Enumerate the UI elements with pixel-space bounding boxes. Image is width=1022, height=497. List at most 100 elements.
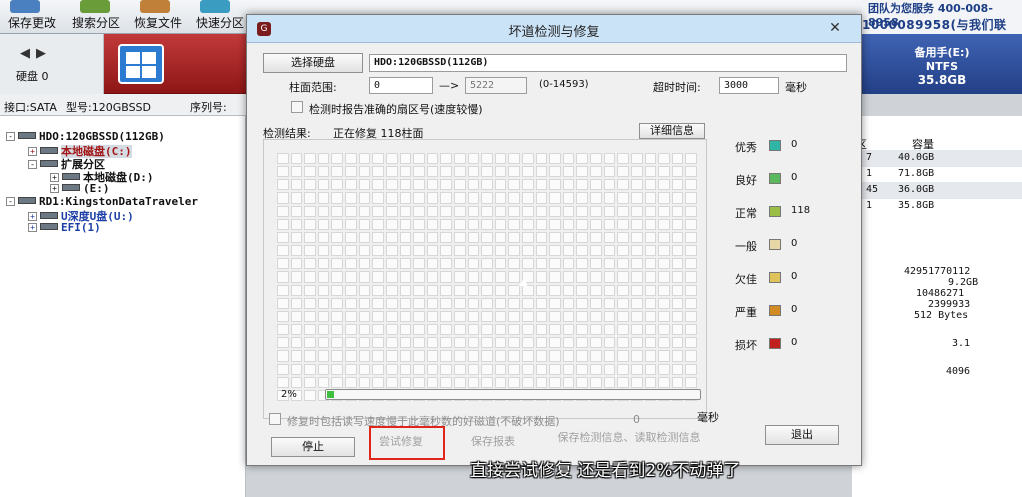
toolbar-search-partition-button[interactable]: 搜索分区 [72,14,120,31]
partition-block-name: 备用手(E:) [914,46,970,59]
sector-cell [508,179,521,191]
collapse-icon[interactable]: - [6,197,15,206]
sector-cell [277,376,289,388]
sector-cell [603,284,616,296]
sector-cell [426,337,439,349]
dialog-titlebar[interactable]: G 坏道检测与修复 ✕ [247,15,861,43]
sector-cell [590,218,602,230]
sector-cell [385,324,398,336]
expand-icon[interactable]: + [28,212,37,221]
sector-cell [440,258,452,270]
detail-value: 512 Bytes [914,310,969,321]
sector-cell [562,205,575,217]
sector-cell [413,231,425,244]
partition-block-e[interactable]: 备用手(E:) NTFS 35.8GB [862,34,1022,94]
sector-cell [453,310,466,323]
disk-interface: 接口:SATA [4,101,57,114]
sector-cell [562,153,575,165]
expand-icon[interactable]: + [50,184,59,193]
exit-button[interactable]: 退出 [765,425,839,445]
sector-cell [549,166,561,178]
save-report-button[interactable]: 保存报表 [465,433,521,453]
sector-cell [304,205,316,217]
sector-cell [467,284,480,296]
save-detect-info-button[interactable]: 保存检测信息、读取检测信息 [543,429,715,449]
sector-cell [331,363,344,375]
expand-icon[interactable]: + [50,173,59,182]
sector-cell [290,166,303,178]
sector-cell [372,218,384,230]
range-end-input[interactable]: 5222 [465,77,527,94]
sector-cell [644,310,657,323]
sector-cell [317,376,330,388]
sector-cell [658,337,670,349]
sector-cell [372,297,384,309]
legend-label: 严重 [735,306,757,319]
sector-cell [617,363,629,375]
sector-cell [385,350,398,362]
sector-cell [358,192,371,204]
range-label: 柱面范围: [289,81,337,94]
collapse-icon[interactable]: - [28,160,37,169]
sector-cell [658,245,670,257]
sector-cell [426,363,439,375]
sector-cell [535,297,548,309]
sector-cell [522,376,534,388]
tree-node[interactable]: - RD1:KingstonDataTraveler [6,195,198,208]
stop-button[interactable]: 停止 [271,437,355,457]
sector-cell [603,271,616,283]
sector-cell [277,231,289,244]
legend-label: 正常 [735,207,757,220]
tree-node[interactable]: - HDO:120GBSSD(112GB) [6,130,165,143]
sector-cell [304,376,316,388]
timeout-input[interactable]: 3000 [719,77,779,94]
tree-node[interactable]: + (E:) [50,182,110,195]
toolbar-recover-files-button[interactable]: 恢复文件 [134,14,182,31]
close-icon[interactable]: ✕ [825,19,845,37]
sector-cell [385,363,398,375]
sector-cell [685,166,697,178]
tree-node[interactable]: + EFI(1) [28,221,101,234]
select-disk-button[interactable]: 选择硬盘 [263,53,363,73]
details-button[interactable]: 详细信息 [639,123,705,139]
sector-cell [658,153,670,165]
sector-cell [644,205,657,217]
detail-value: 3.1 [952,338,971,349]
slow-repair-value[interactable]: 0 [633,413,640,426]
sector-cell [590,166,602,178]
sector-cell [385,231,398,244]
toolbar-save-button[interactable]: 保存更改 [8,14,56,31]
sector-cell [508,258,521,270]
sector-cell [644,192,657,204]
sector-cell [385,376,398,388]
sector-cell [290,192,303,204]
sector-cell [494,258,507,270]
table-row[interactable] [852,150,1022,167]
tree-node-label: EFI(1) [61,221,101,234]
sector-cell [658,166,670,178]
sector-cell [576,153,589,165]
toolbar-quick-partition-button[interactable]: 快速分区 [196,14,244,31]
sector-cell [685,376,697,388]
expand-icon[interactable]: + [28,223,37,232]
tree-node-label: RD1:KingstonDataTraveler [39,195,198,208]
sector-cell [494,179,507,191]
sector-cell [290,337,303,349]
slow-repair-checkbox[interactable] [269,413,281,425]
sector-cell [562,258,575,270]
sector-cell [617,245,629,257]
sector-cell [535,284,548,296]
sector-cell [630,153,643,165]
collapse-icon[interactable]: - [6,132,15,141]
expand-icon[interactable]: + [28,147,37,156]
disk-partition-map[interactable] [104,34,246,94]
sector-cell [413,205,425,217]
sector-cell [535,245,548,257]
sector-cell [358,284,371,296]
range-start-input[interactable]: 0 [369,77,433,94]
disk-nav-arrows[interactable]: ◀▶ [20,46,52,61]
sector-cell [617,192,629,204]
report-sector-checkbox[interactable] [291,101,303,113]
sector-cell [426,179,439,191]
sector-cell [562,376,575,388]
